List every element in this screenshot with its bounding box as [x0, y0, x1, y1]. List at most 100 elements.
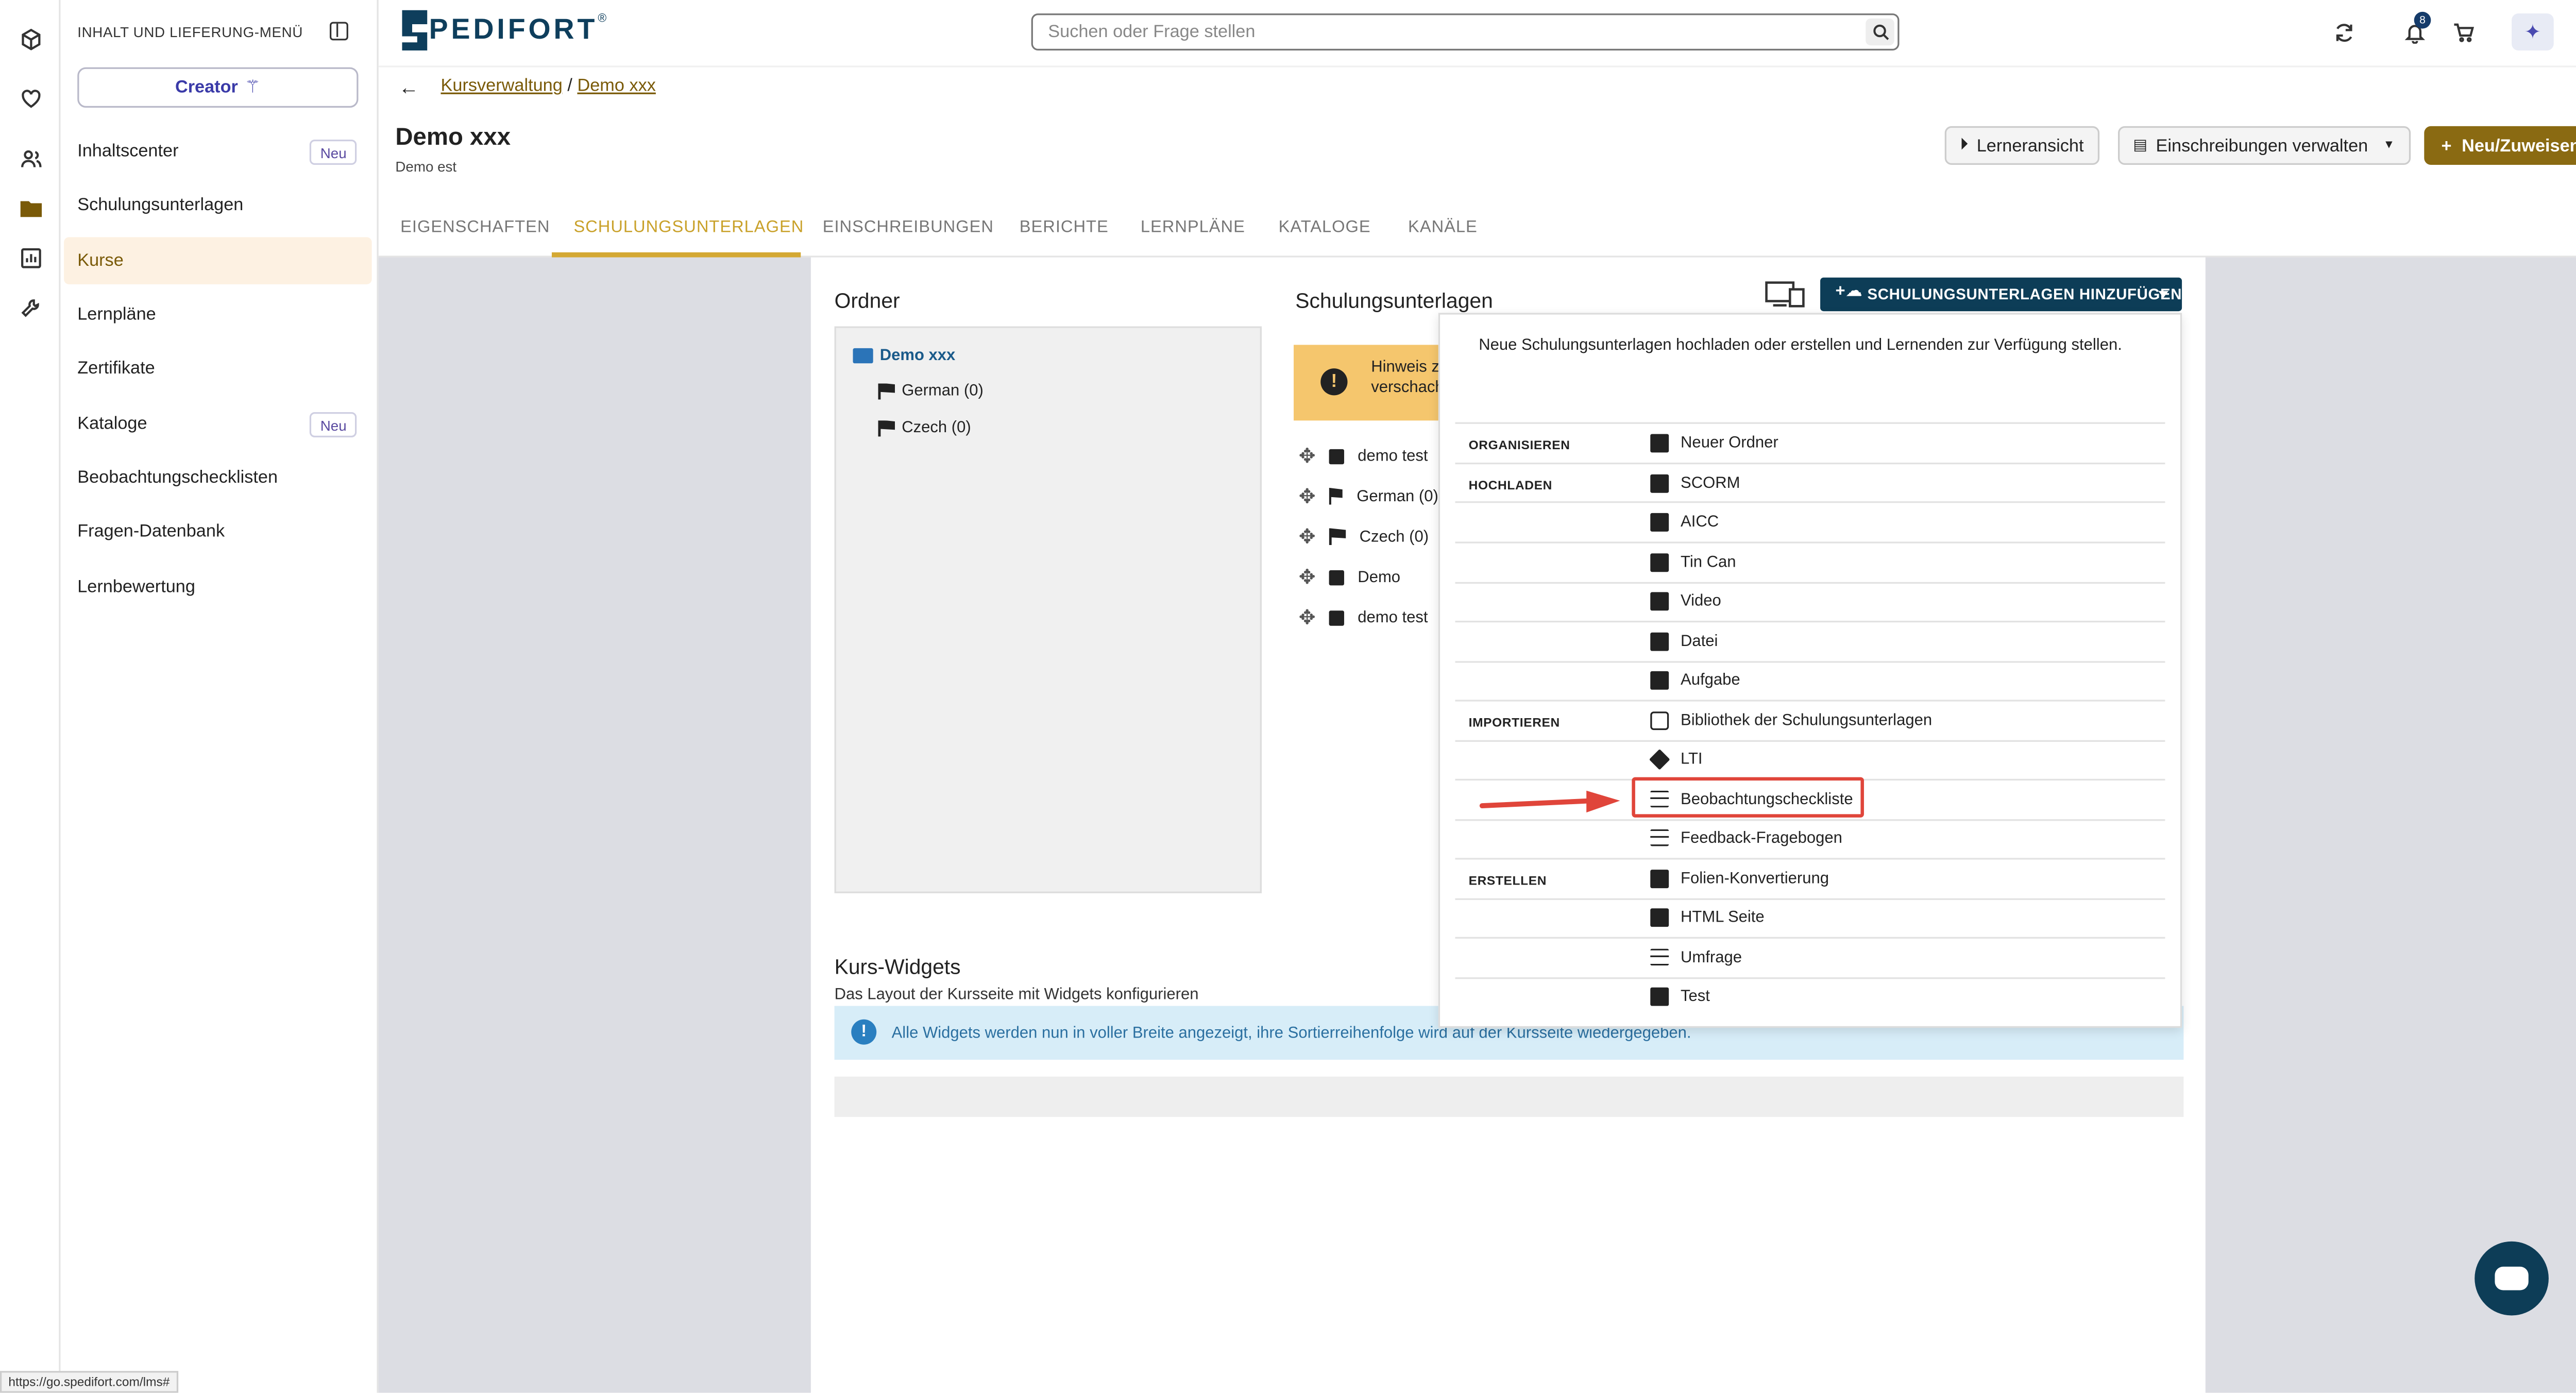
dropdown-description: Neue Schulungsunterlagen hochladen oder …: [1479, 336, 2122, 355]
separator: [1455, 501, 2165, 503]
tab-eigenschaften[interactable]: EIGENSCHAFTEN: [400, 218, 550, 237]
sidebar-item-lernplaene[interactable]: Lernpläne: [64, 291, 372, 338]
sidebar: INHALT UND LIEFERUNG-MENÜ Creator ⚚ Inhal…: [60, 0, 379, 1393]
ai-sparkle-icon[interactable]: ✦: [2512, 13, 2554, 50]
manage-enrollments-label: Einschreibungen verwalten: [2156, 135, 2368, 156]
hint-banner: ! Hinweis z verschach: [1294, 345, 1445, 421]
sync-icon[interactable]: [2330, 19, 2357, 45]
separator: [1455, 582, 2165, 584]
material-label: Czech (0): [1359, 527, 1429, 546]
scorm-icon: [1650, 473, 1669, 492]
tab-kataloge[interactable]: KATALOGE: [1279, 218, 1371, 237]
creator-button[interactable]: Creator ⚚: [77, 67, 359, 108]
status-url: https://go.spedifort.com/lms#: [0, 1371, 178, 1393]
material-row[interactable]: ✥ Demo: [1299, 560, 1438, 593]
drag-handle-icon[interactable]: ✥: [1299, 525, 1316, 549]
menu-item-file[interactable]: Datei: [1650, 626, 1718, 656]
html-page-icon: [1650, 907, 1669, 926]
material-label: Demo: [1358, 568, 1401, 586]
material-row[interactable]: ✥ demo test: [1299, 601, 1438, 634]
menu-item-test[interactable]: Test: [1650, 981, 1710, 1011]
breadcrumb: Kursverwaltung / Demo xxx: [441, 76, 656, 96]
breadcrumb-link-current[interactable]: Demo xxx: [577, 76, 655, 96]
material-row[interactable]: ✥ demo test: [1299, 439, 1438, 472]
widgets-subtitle: Das Layout der Kursseite mit Widgets kon…: [834, 986, 1199, 1005]
folder-tree: Demo xxx German (0) Czech (0): [834, 326, 1262, 893]
tab-kanaele[interactable]: KANÄLE: [1408, 218, 1478, 237]
devices-icon[interactable]: [1765, 281, 1805, 308]
chart-icon[interactable]: [15, 242, 45, 273]
menu-item-survey[interactable]: Umfrage: [1650, 942, 1742, 973]
menu-item-label: Video: [1681, 591, 1721, 610]
separator: [1455, 661, 2165, 663]
drag-handle-icon[interactable]: ✥: [1299, 444, 1316, 468]
sidebar-item-schulungsunterlagen[interactable]: Schulungsunterlagen: [64, 182, 372, 229]
category-upload: HOCHLADEN: [1468, 478, 1552, 493]
chat-button[interactable]: [2475, 1241, 2549, 1316]
users-icon[interactable]: [15, 143, 45, 174]
separator: [1455, 462, 2165, 465]
menu-item-video[interactable]: Video: [1650, 585, 1721, 616]
list-icon: [1650, 829, 1669, 846]
tree-item-root[interactable]: Demo xxx: [853, 347, 955, 365]
sidebar-item-fragen-datenbank[interactable]: Fragen-Datenbank: [64, 508, 372, 555]
search-icon[interactable]: [1866, 18, 1894, 46]
checkbox-icon: [1329, 609, 1345, 625]
menu-item-label: Test: [1681, 987, 1710, 1006]
back-arrow-icon[interactable]: ←: [399, 76, 419, 99]
cart-icon[interactable]: [2449, 19, 2476, 45]
sidebar-item-label: Beobachtungschecklisten: [77, 467, 278, 488]
cube-icon[interactable]: [15, 24, 45, 54]
chevron-down-icon: ▼: [2383, 140, 2395, 151]
breadcrumb-link-kursverwaltung[interactable]: Kursverwaltung: [441, 76, 563, 96]
sidebar-item-kataloge[interactable]: Kataloge Neu: [64, 400, 372, 447]
drag-handle-icon[interactable]: ✥: [1299, 484, 1316, 508]
folder-icon[interactable]: [15, 192, 45, 222]
separator: [1455, 541, 2165, 543]
heart-icon[interactable]: [15, 82, 45, 113]
menu-item-feedback[interactable]: Feedback-Fragebogen: [1650, 823, 1842, 853]
menu-item-new-folder[interactable]: Neuer Ordner: [1650, 427, 1778, 457]
material-label: German (0): [1357, 487, 1438, 506]
flag-icon: [878, 382, 895, 400]
separator: [1455, 977, 2165, 979]
menu-item-label: HTML Seite: [1681, 907, 1765, 926]
sidebar-item-beobachtungschecklisten[interactable]: Beobachtungschecklisten: [64, 454, 372, 501]
menu-item-tincan[interactable]: Tin Can: [1650, 547, 1736, 577]
menu-item-library[interactable]: Bibliothek der Schulungsunterlagen: [1650, 705, 1932, 735]
menu-item-scorm[interactable]: SCORM: [1650, 468, 1740, 498]
material-row[interactable]: ✥ German (0): [1299, 480, 1438, 513]
drag-handle-icon[interactable]: ✥: [1299, 565, 1316, 589]
drag-handle-icon[interactable]: ✥: [1299, 606, 1316, 630]
tree-item-czech[interactable]: Czech (0): [878, 419, 971, 437]
sidebar-item-zertifikate[interactable]: Zertifikate: [64, 345, 372, 392]
search-input[interactable]: Suchen oder Frage stellen: [1031, 13, 1900, 50]
widgets-area: [834, 1076, 2184, 1117]
learner-view-button[interactable]: ⏵ Lerneransicht: [1944, 126, 2099, 165]
manage-enrollments-button[interactable]: ▤ Einschreibungen verwalten ▼: [2118, 126, 2410, 165]
tab-schulungsunterlagen[interactable]: SCHULUNGSUNTERLAGEN: [573, 218, 804, 237]
menu-item-aicc[interactable]: AICC: [1650, 506, 1719, 537]
sidebar-item-lernbewertung[interactable]: Lernbewertung: [64, 564, 372, 610]
menu-item-label: Datei: [1681, 632, 1718, 651]
annotation-arrow: [1479, 790, 1620, 813]
menu-item-html[interactable]: HTML Seite: [1650, 902, 1765, 932]
material-row[interactable]: ✥ Czech (0): [1299, 520, 1438, 553]
tab-lernplaene[interactable]: LERNPLÄNE: [1141, 218, 1245, 237]
menu-item-slides[interactable]: Folien-Konvertierung: [1650, 863, 1829, 893]
tools-icon[interactable]: [15, 293, 45, 323]
menu-item-label: AICC: [1681, 512, 1719, 531]
menu-item-lti[interactable]: LTI: [1649, 743, 1703, 774]
slides-icon: [1650, 869, 1669, 888]
sidebar-heading: INHALT UND LIEFERUNG-MENÜ: [77, 23, 303, 41]
spedifort-logo[interactable]: PEDIFORT ®: [402, 10, 606, 50]
sidebar-item-kurse[interactable]: Kurse: [64, 237, 372, 284]
tab-einschreibungen[interactable]: EINSCHREIBUNGEN: [823, 218, 994, 237]
sidebar-toggle-icon[interactable]: [329, 22, 348, 41]
add-materials-button[interactable]: +☁ SCHULUNGSUNTERLAGEN HINZUFÜGEN: [1820, 277, 2182, 312]
new-assign-button[interactable]: + Neu/Zuweisen ▼: [2424, 126, 2576, 165]
sidebar-item-inhaltscenter[interactable]: Inhaltscenter Neu: [64, 128, 372, 175]
tab-berichte[interactable]: BERICHTE: [1020, 218, 1109, 237]
menu-item-assignment[interactable]: Aufgabe: [1650, 665, 1740, 695]
tree-item-german[interactable]: German (0): [878, 382, 984, 400]
